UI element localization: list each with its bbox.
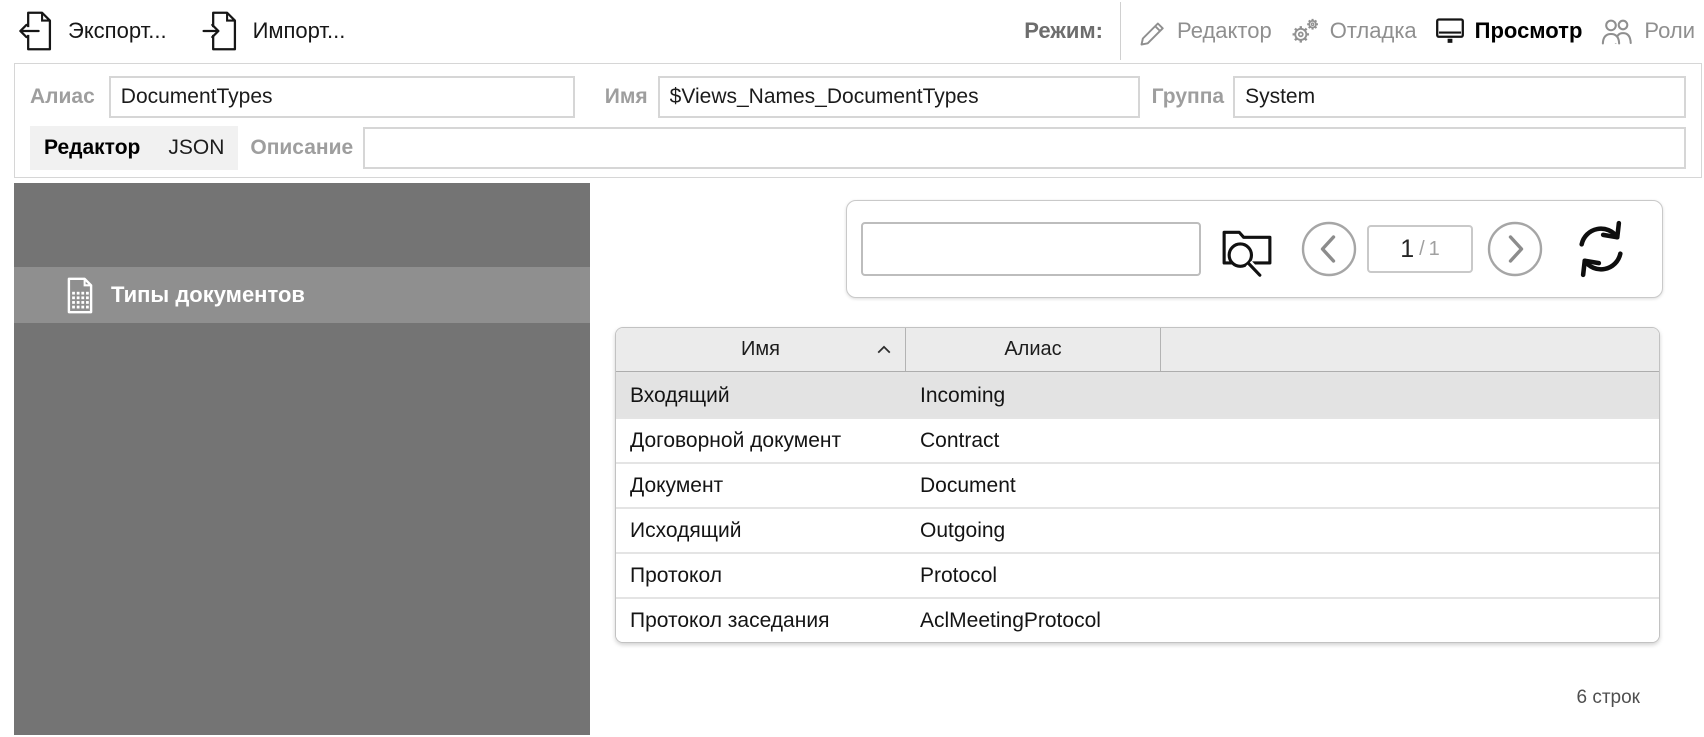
document-types-table: Имя Алиас Входящий Incoming Договорной д…: [615, 327, 1660, 643]
top-toolbar: Экспорт... Импорт... Режим: Редактор: [0, 0, 1704, 62]
current-page: 1: [1400, 235, 1414, 264]
table-header: Имя Алиас: [616, 328, 1659, 372]
search-icon: [1219, 220, 1275, 278]
grid-toolbar: 1 / 1: [846, 200, 1663, 298]
mode-editor-label: Редактор: [1177, 18, 1272, 44]
alias-input[interactable]: [109, 76, 575, 118]
table-row[interactable]: Протокол Protocol: [616, 552, 1659, 597]
pencil-icon: [1138, 15, 1168, 47]
name-input[interactable]: [658, 76, 1140, 118]
editor-tabs: Редактор JSON: [30, 126, 238, 170]
cell-alias: Outgoing: [906, 519, 1161, 543]
cell-alias: Document: [906, 474, 1161, 498]
next-page-button[interactable]: [1487, 221, 1543, 277]
total-pages: 1: [1429, 238, 1440, 261]
group-label: Группа: [1152, 85, 1224, 109]
cell-alias: Protocol: [906, 564, 1161, 588]
mode-editor-button[interactable]: Редактор: [1138, 15, 1272, 47]
page-separator: /: [1419, 238, 1425, 261]
tab-editor[interactable]: Редактор: [30, 126, 154, 170]
description-label: Описание: [250, 136, 353, 160]
cell-name: Протокол: [616, 564, 906, 588]
search-input[interactable]: [861, 222, 1201, 276]
properties-row: Алиас Имя Группа: [30, 76, 1686, 118]
mode-view-button[interactable]: Просмотр: [1434, 16, 1583, 46]
view-properties-panel: Алиас Имя Группа Редактор JSON Описание: [14, 63, 1702, 178]
export-button[interactable]: Экспорт...: [16, 9, 167, 53]
column-header-name[interactable]: Имя: [616, 328, 906, 371]
column-header-alias-label: Алиас: [1004, 338, 1061, 361]
cell-alias: AclMeetingProtocol: [906, 609, 1161, 633]
table-row[interactable]: Исходящий Outgoing: [616, 507, 1659, 552]
row-count: 6 строк: [1577, 687, 1641, 709]
sort-ascending-icon: [876, 344, 892, 355]
tab-json[interactable]: JSON: [154, 126, 238, 170]
refresh-button[interactable]: [1569, 217, 1633, 281]
app-window: Экспорт... Импорт... Режим: Редактор: [0, 0, 1704, 737]
cell-name: Документ: [616, 474, 906, 498]
editor-tabs-row: Редактор JSON Описание: [30, 127, 1686, 169]
mode-view-label: Просмотр: [1475, 18, 1583, 44]
cell-name: Протокол заседания: [616, 609, 906, 633]
refresh-icon: [1569, 217, 1633, 281]
table-row[interactable]: Документ Document: [616, 462, 1659, 507]
name-label: Имя: [605, 85, 648, 109]
views-sidebar: Типы документов: [14, 183, 590, 735]
column-header-alias[interactable]: Алиас: [906, 328, 1161, 371]
toolbar-divider: [1120, 2, 1121, 60]
monitor-icon: [1434, 16, 1466, 46]
import-button[interactable]: Импорт...: [201, 9, 346, 53]
mode-debug-label: Отладка: [1330, 18, 1417, 44]
table-row[interactable]: Протокол заседания AclMeetingProtocol: [616, 597, 1659, 642]
export-document-icon: [16, 9, 56, 53]
prev-page-button[interactable]: [1301, 221, 1357, 277]
column-header-empty[interactable]: [1161, 328, 1659, 371]
gears-icon: [1289, 16, 1321, 46]
sidebar-item-label: Типы документов: [111, 282, 305, 308]
mode-roles-label: Роли: [1644, 18, 1695, 44]
group-input[interactable]: [1233, 76, 1686, 118]
search-button[interactable]: [1219, 220, 1275, 278]
mode-caption: Режим:: [1024, 18, 1103, 44]
column-header-name-label: Имя: [741, 338, 780, 361]
table-row[interactable]: Договорной документ Contract: [616, 417, 1659, 462]
import-label: Импорт...: [253, 18, 346, 44]
mode-switcher: Режим: Редактор Отладка: [1024, 0, 1695, 62]
mode-roles-button[interactable]: Роли: [1599, 16, 1695, 46]
sidebar-item-document-types[interactable]: Типы документов: [14, 267, 590, 323]
description-input[interactable]: [363, 127, 1686, 169]
cell-name: Договорной документ: [616, 429, 906, 453]
export-label: Экспорт...: [68, 18, 167, 44]
people-icon: [1599, 16, 1635, 46]
page-indicator[interactable]: 1 / 1: [1367, 225, 1473, 273]
cell-name: Входящий: [616, 384, 906, 408]
cell-name: Исходящий: [616, 519, 906, 543]
table-row[interactable]: Входящий Incoming: [616, 372, 1659, 417]
mode-debug-button[interactable]: Отладка: [1289, 16, 1417, 46]
cell-alias: Incoming: [906, 384, 1161, 408]
chevron-left-icon: [1301, 221, 1357, 277]
cell-alias: Contract: [906, 429, 1161, 453]
document-grid-icon: [65, 277, 95, 314]
alias-label: Алиас: [30, 85, 95, 109]
import-document-icon: [201, 9, 241, 53]
chevron-right-icon: [1487, 221, 1543, 277]
